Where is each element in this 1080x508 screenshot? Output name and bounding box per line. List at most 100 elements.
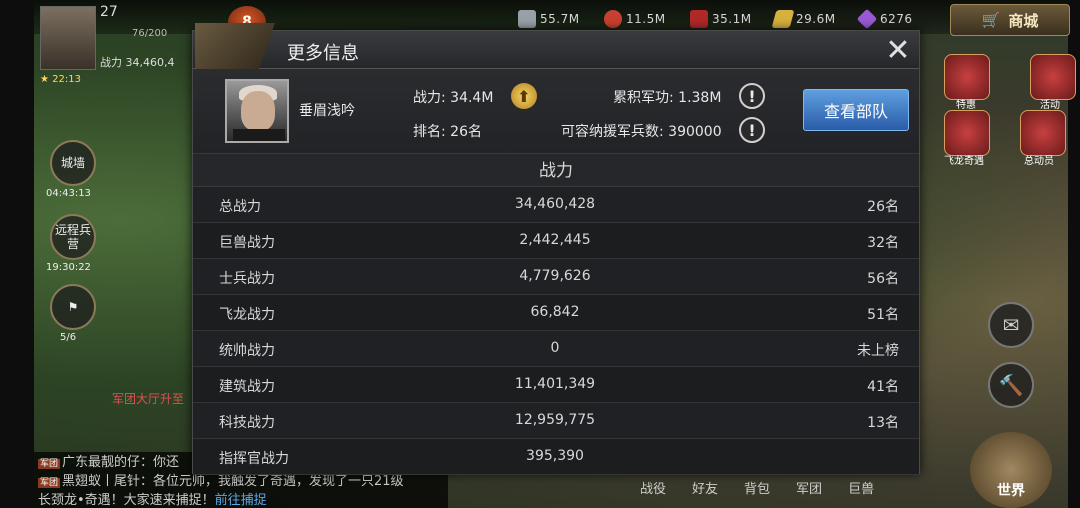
timer-value: 22:13 <box>52 74 81 85</box>
dialog-title: 更多信息 <box>287 43 359 64</box>
resource-oil[interactable]: 35.1M <box>690 8 752 30</box>
legion-notice: 军团大厅升至 <box>112 392 185 406</box>
view-army-button[interactable]: 查看部队 <box>803 89 909 131</box>
chat-tag: 军团 <box>38 478 61 488</box>
nav-beast[interactable]: 巨兽 <box>848 478 874 497</box>
table-row: 士兵战力 4,779,626 56名 <box>193 259 919 295</box>
left-screen-edge <box>0 0 34 508</box>
row-rank: 51名 <box>867 307 899 323</box>
row-label: 总战力 <box>219 199 261 215</box>
power-stats-table: 总战力 34,460,428 26名巨兽战力 2,442,445 32名士兵战力 4,77… <box>193 187 919 475</box>
resource-food[interactable]: 11.5M <box>604 8 666 30</box>
table-row: 巨兽战力 2,442,445 32名 <box>193 223 919 259</box>
row-label: 士兵战力 <box>219 271 275 287</box>
table-row: 指挥官战力 395,390 <box>193 439 919 475</box>
player-avatar[interactable] <box>40 6 96 70</box>
flying-dragon-icon[interactable] <box>944 110 990 156</box>
diamond-icon <box>856 8 878 30</box>
arrow-up-icon[interactable]: ⬆ <box>511 83 537 109</box>
shop-label: 商城 <box>1008 11 1039 30</box>
soldier-emblem <box>195 23 275 69</box>
reinforce-info-icon[interactable]: ! <box>739 117 765 143</box>
cart-icon: 🛒 <box>981 11 1001 29</box>
event-label: 活动 <box>1040 100 1060 111</box>
row-label: 巨兽战力 <box>219 235 275 251</box>
capture-link[interactable]: 前往捕捉 <box>215 493 267 508</box>
table-row: 建筑战力 11,401,349 41名 <box>193 367 919 403</box>
resource-gold[interactable]: 29.6M <box>771 8 836 30</box>
power-label: 战力 <box>100 56 122 69</box>
row-rank: 56名 <box>867 271 899 287</box>
player-info-panel: 垂眉浅吟 战力: 34.4M ⬆ 排名: 26名 累积军功: 1.38M ! 可… <box>193 69 919 153</box>
food-icon <box>604 10 622 28</box>
flying-dragon-label: 飞龙奇遇 <box>944 156 984 167</box>
row-rank: 32名 <box>867 235 899 251</box>
nav-backpack[interactable]: 背包 <box>744 478 770 497</box>
resource-steel[interactable]: 55.7M <box>518 8 580 30</box>
nav-friends[interactable]: 好友 <box>692 478 718 497</box>
resource-diamond[interactable]: 6276 <box>856 8 913 30</box>
mail-icon[interactable]: ✉ <box>988 302 1034 348</box>
row-rank: 未上榜 <box>857 343 899 359</box>
steel-icon <box>518 10 536 28</box>
world-button[interactable]: 世界 <box>970 432 1052 508</box>
mobilize-label: 总动员 <box>1024 156 1054 167</box>
row-label: 指挥官战力 <box>219 451 289 467</box>
oil-icon <box>690 10 708 28</box>
row-label: 建筑战力 <box>219 379 275 395</box>
player-name: 垂眉浅吟 <box>299 103 355 119</box>
power-value: 34,460,4 <box>125 56 175 69</box>
more-info-dialog: 更多信息 ✕ 垂眉浅吟 战力: 34.4M ⬆ 排名: 26名 累积军功: 1.… <box>192 23 920 475</box>
mobilize-icon[interactable] <box>1020 110 1066 156</box>
shop-button[interactable]: 🛒 商城 <box>950 4 1070 36</box>
reinforce-summary: 可容纳援军兵数: 390000 <box>561 124 722 140</box>
steel-value: 55.7M <box>540 12 580 26</box>
merit-summary: 累积军功: 1.38M <box>613 90 722 106</box>
row-value: 66,842 <box>530 304 580 320</box>
table-row: 科技战力 12,959,775 13名 <box>193 403 919 439</box>
flag-icon: ⚑ <box>67 300 79 314</box>
special-offer-icon[interactable] <box>944 54 990 100</box>
hammer-icon[interactable]: 🔨 <box>988 362 1034 408</box>
row-value: 0 <box>550 340 560 356</box>
row-rank: 13名 <box>867 415 899 431</box>
player-power: 战力 34,460,4 <box>100 54 174 70</box>
barracks-button[interactable]: 远程兵营 <box>50 214 96 260</box>
row-value: 2,442,445 <box>519 232 591 248</box>
rank-summary: 排名: 26名 <box>413 124 482 140</box>
wall-button[interactable]: 城墙 <box>50 140 96 186</box>
bottom-navigation: 战役 好友 背包 军团 巨兽 <box>640 478 874 497</box>
barracks-timer: 19:30:22 <box>46 262 91 273</box>
nav-legion[interactable]: 军团 <box>796 478 822 497</box>
flag-count: 5/6 <box>60 332 77 343</box>
top-resource-bar: 55.7M 11.5M 35.1M 29.6M 6276 <box>34 0 1068 34</box>
gold-value: 29.6M <box>796 12 836 26</box>
row-label: 飞龙战力 <box>219 307 275 323</box>
power-summary: 战力: 34.4M <box>413 90 494 106</box>
flag-button[interactable]: ⚑ <box>50 284 96 330</box>
event-icon[interactable] <box>1030 54 1076 100</box>
table-row: 统帅战力 0 未上榜 <box>193 331 919 367</box>
section-title: 战力 <box>193 153 919 187</box>
close-icon[interactable]: ✕ <box>883 33 913 68</box>
player-level: 27 <box>100 4 118 20</box>
commander-avatar <box>225 79 289 143</box>
chat-line-2: 军团 黑翅蚁丨尾针：各位元帅，我触发了奇遇，发现了一只21级 <box>38 474 404 489</box>
row-rank: 41名 <box>867 379 899 395</box>
row-label: 科技战力 <box>219 415 275 431</box>
row-rank: 26名 <box>867 199 899 215</box>
row-value: 34,460,428 <box>514 196 596 212</box>
row-label: 统帅战力 <box>219 343 275 359</box>
boost-timer: ★ 22:13 <box>40 74 81 85</box>
food-value: 11.5M <box>626 12 666 26</box>
dialog-header: 更多信息 ✕ <box>193 23 919 69</box>
gold-icon <box>771 10 795 28</box>
row-value: 12,959,775 <box>514 412 596 428</box>
table-row: 总战力 34,460,428 26名 <box>193 187 919 223</box>
merit-info-icon[interactable]: ! <box>739 83 765 109</box>
row-value: 11,401,349 <box>514 376 596 392</box>
wall-timer: 04:43:13 <box>46 188 91 199</box>
oil-value: 35.1M <box>712 12 752 26</box>
nav-campaign[interactable]: 战役 <box>640 478 666 497</box>
chat-tag: 军团 <box>38 459 61 469</box>
